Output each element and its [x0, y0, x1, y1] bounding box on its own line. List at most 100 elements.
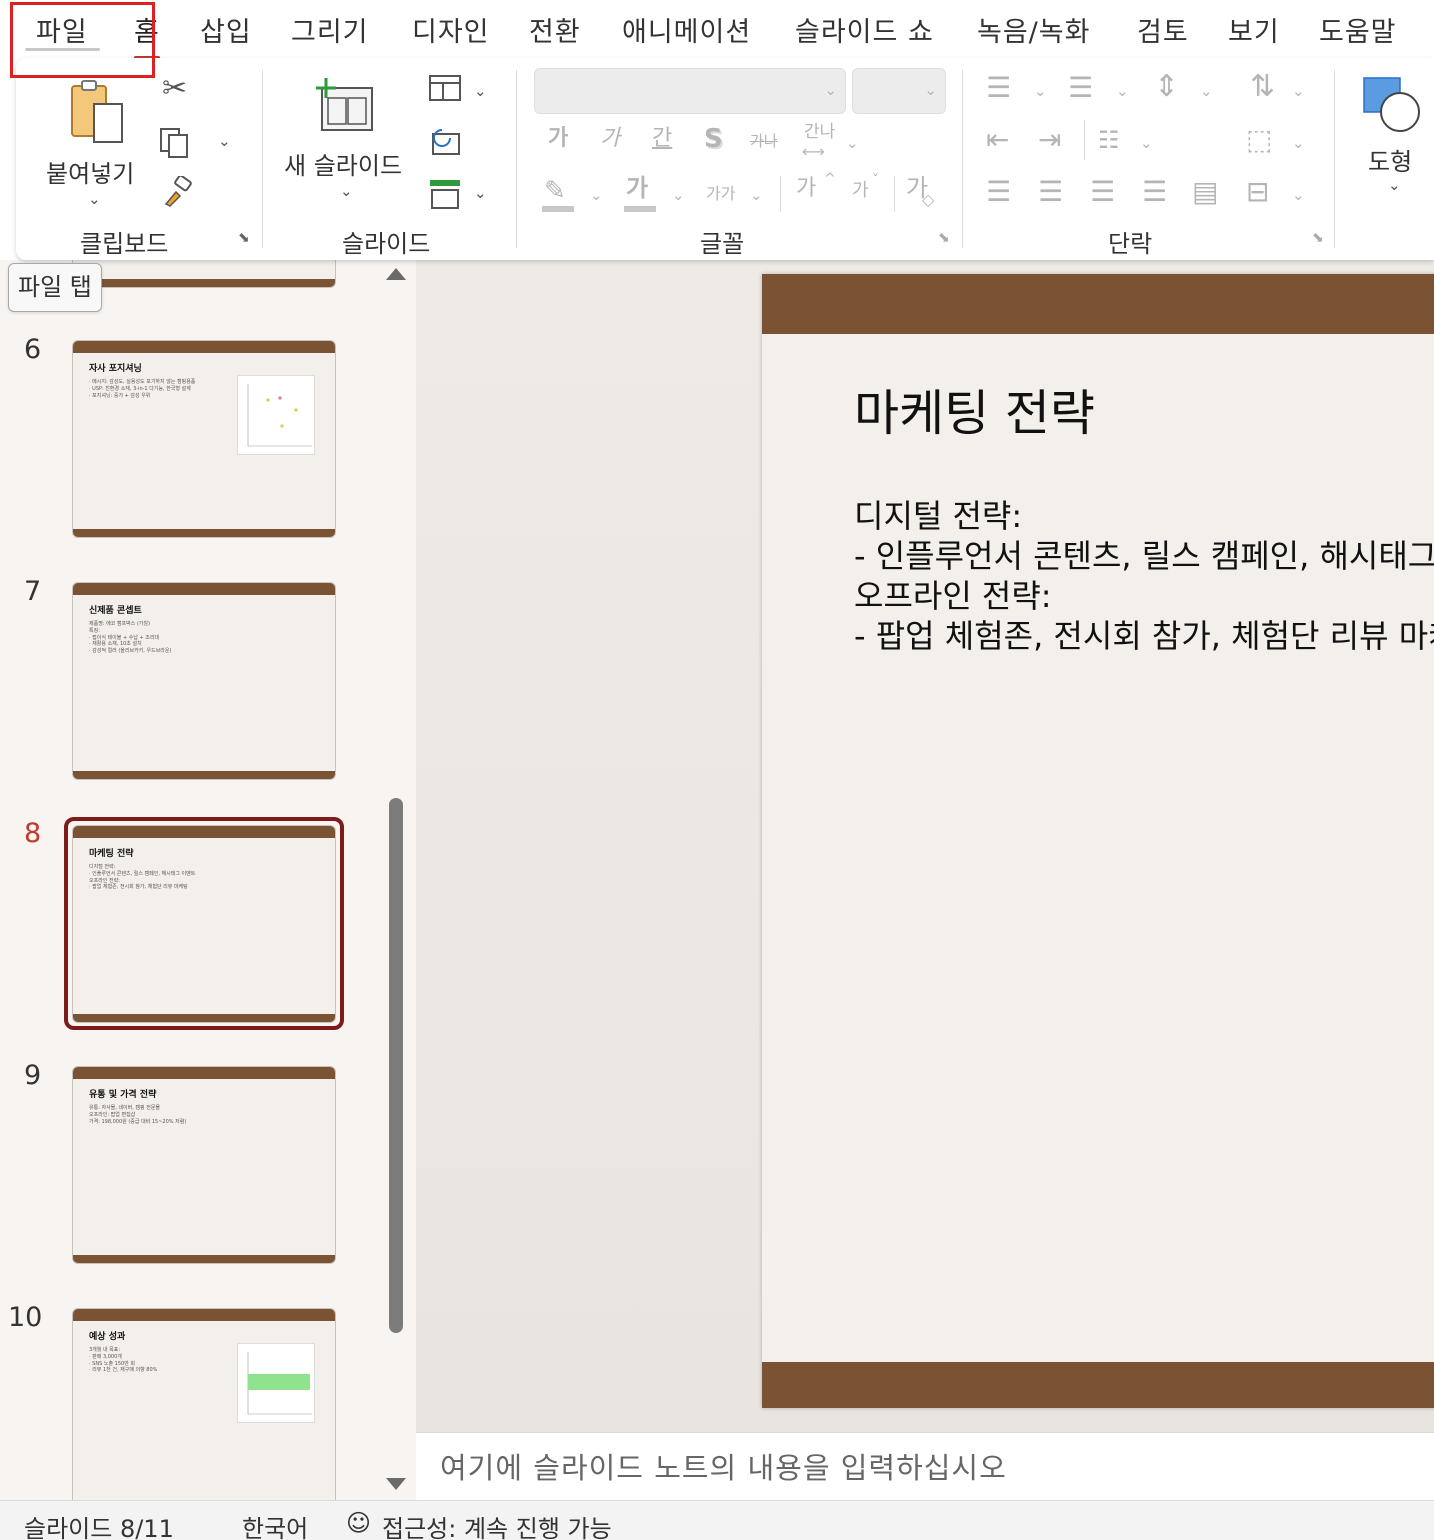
- new-slide-button[interactable]: 새 슬라이드 ⌄: [278, 68, 418, 208]
- ribbon: 붙여넣기 ⌄ ✂ ⌄ 클립보드 ⬊ 새 슬라이드 ⌄ ⌄ ⌄ 슬라이드 ⌄ ⌄ …: [16, 58, 1434, 260]
- shapes-button[interactable]: 도형 ⌄: [1356, 72, 1434, 202]
- paste-dropdown-icon[interactable]: ⌄: [88, 192, 101, 207]
- paste-button[interactable]: 붙여넣기 ⌄: [38, 68, 148, 208]
- thumbnail-scrollbar[interactable]: [380, 260, 414, 1500]
- change-case-icon[interactable]: 가가: [706, 186, 735, 202]
- line-spacing-dropdown-icon[interactable]: ⌄: [1200, 84, 1213, 99]
- font-size-dropdown[interactable]: ⌄: [852, 68, 946, 114]
- current-slide[interactable]: 마케팅 전략 디지털 전략: - 인플루언서 콘텐츠, 릴스 캠페인, 해시태그…: [762, 274, 1434, 1408]
- tab-review[interactable]: 검토: [1137, 10, 1189, 49]
- highlight-dropdown-icon[interactable]: ⌄: [590, 188, 603, 203]
- slide-title[interactable]: 마케팅 전략: [854, 374, 1095, 445]
- thumb-title: 유통 및 가격 전략: [89, 1090, 157, 1100]
- highlight-color-bar: [542, 206, 574, 212]
- smartart-convert-icon[interactable]: ⊟: [1246, 178, 1269, 206]
- slide-thumbnail-7[interactable]: 신제품 콘셉트 제품명: 에코 캠프박스 (가칭) 특징: · 접이식 테이블 …: [72, 582, 336, 780]
- tab-design[interactable]: 디자인: [412, 10, 490, 49]
- columns-dropdown-icon[interactable]: ⌄: [1140, 136, 1153, 151]
- language-indicator[interactable]: 한국어: [242, 1509, 308, 1540]
- slide-number: 6: [24, 334, 42, 365]
- grow-font-icon[interactable]: 가: [796, 178, 816, 200]
- notes-pane[interactable]: 여기에 슬라이드 노트의 내용을 입력하십시오: [416, 1432, 1434, 1500]
- tab-record[interactable]: 녹음/녹화: [977, 10, 1090, 49]
- font-color-bar: [624, 206, 656, 212]
- justify-icon[interactable]: ☰: [1142, 178, 1167, 206]
- shapes-label: 도형: [1368, 148, 1413, 176]
- slide-counter[interactable]: 슬라이드 8/11: [24, 1509, 174, 1540]
- numbering-dropdown-icon[interactable]: ⌄: [1116, 84, 1129, 99]
- align-text-dropdown-icon[interactable]: ⌄: [1292, 136, 1305, 151]
- text-direction-icon[interactable]: ⇅: [1250, 72, 1275, 102]
- new-slide-dropdown-icon[interactable]: ⌄: [340, 184, 353, 199]
- slide-body-text[interactable]: 디지털 전략: - 인플루언서 콘텐츠, 릴스 캠페인, 해시태그 이벤트 오프…: [854, 496, 1434, 656]
- slide-thumbnail-10[interactable]: 예상 성과 3개월 내 목표: · 판매 3,000개 · SNS 노출 150…: [72, 1308, 336, 1500]
- slide-thumbnail-panel: 6 자사 포지셔닝 · 메시지: 감성도, 실용성도 포기하지 않는 캠핑용품 …: [0, 260, 416, 1500]
- tab-draw[interactable]: 그리기: [291, 10, 369, 49]
- scroll-down-arrow-icon[interactable]: [386, 1478, 406, 1490]
- line-spacing-icon[interactable]: ⇕: [1154, 72, 1179, 102]
- smartart-dropdown-icon[interactable]: ⌄: [1292, 188, 1305, 203]
- spacing-dropdown-icon[interactable]: ⌄: [846, 136, 859, 151]
- tab-file[interactable]: 파일: [36, 10, 88, 49]
- accessibility-status[interactable]: 접근성: 계속 진행 가능: [382, 1509, 612, 1540]
- text-shadow-icon[interactable]: S: [704, 126, 723, 152]
- character-spacing-icon[interactable]: 간나: [804, 124, 835, 141]
- font-color-dropdown-icon[interactable]: ⌄: [672, 188, 685, 203]
- paragraph-launcher-icon[interactable]: ⬊: [1312, 230, 1328, 246]
- tab-slideshow[interactable]: 슬라이드 쇼: [795, 10, 934, 49]
- italic-icon[interactable]: 가: [600, 128, 620, 150]
- tab-home[interactable]: 홈: [134, 10, 160, 59]
- bullets-icon[interactable]: ☰: [986, 74, 1011, 102]
- section-icon[interactable]: [428, 178, 462, 212]
- slide-thumbnail-5[interactable]: [72, 260, 336, 288]
- accessibility-icon[interactable]: ☺: [346, 1509, 371, 1537]
- decrease-indent-icon[interactable]: ⇤: [986, 126, 1009, 154]
- layout-dropdown-icon[interactable]: ⌄: [474, 84, 487, 99]
- align-right-icon[interactable]: ☰: [1090, 178, 1115, 206]
- increase-indent-icon[interactable]: ⇥: [1038, 126, 1061, 154]
- slide-top-bar: [762, 274, 1434, 334]
- clipboard-launcher-icon[interactable]: ⬊: [238, 230, 254, 246]
- slide-thumbnail-9[interactable]: 유통 및 가격 전략 유통: 자사몰, 네이버, 캠핑 전문몰 오프라인: 팝업…: [72, 1066, 336, 1264]
- shapes-dropdown-icon[interactable]: ⌄: [1388, 178, 1401, 193]
- font-launcher-icon[interactable]: ⬊: [938, 230, 954, 246]
- scroll-up-arrow-icon[interactable]: [386, 268, 406, 280]
- slide-number: 9: [24, 1060, 42, 1091]
- tab-transitions[interactable]: 전환: [529, 10, 581, 49]
- distributed-icon[interactable]: ▤: [1192, 178, 1218, 206]
- scrollbar-thumb[interactable]: [389, 798, 403, 1333]
- change-case-dropdown-icon[interactable]: ⌄: [750, 188, 763, 203]
- align-left-icon[interactable]: ☰: [986, 178, 1011, 206]
- bold-icon[interactable]: 가: [548, 128, 568, 150]
- copy-icon[interactable]: [158, 126, 192, 160]
- notes-placeholder: 여기에 슬라이드 노트의 내용을 입력하십시오: [440, 1451, 1007, 1485]
- copy-dropdown-icon[interactable]: ⌄: [218, 134, 231, 149]
- paste-label: 붙여넣기: [46, 160, 135, 188]
- columns-icon[interactable]: ☷: [1098, 128, 1120, 152]
- tab-help[interactable]: 도움말: [1319, 10, 1397, 49]
- text-direction-dropdown-icon[interactable]: ⌄: [1292, 84, 1305, 99]
- format-painter-icon[interactable]: [162, 176, 194, 208]
- tab-animations[interactable]: 애니메이션: [622, 10, 751, 49]
- ribbon-separator: [1334, 70, 1335, 248]
- reset-slide-icon[interactable]: [428, 126, 462, 156]
- font-name-dropdown[interactable]: ⌄: [534, 68, 846, 114]
- tab-view[interactable]: 보기: [1228, 10, 1280, 49]
- highlight-pen-icon[interactable]: ✎: [544, 178, 566, 204]
- underline-icon[interactable]: 간: [652, 128, 672, 150]
- section-dropdown-icon[interactable]: ⌄: [474, 186, 487, 201]
- font-color-icon[interactable]: 가: [626, 176, 648, 200]
- cut-icon[interactable]: ✂: [162, 74, 187, 104]
- strikethrough-icon[interactable]: 가나: [750, 134, 778, 149]
- numbering-icon[interactable]: ☰: [1068, 74, 1093, 102]
- align-text-icon[interactable]: ⬚: [1246, 126, 1272, 154]
- slide-thumbnail-6[interactable]: 자사 포지셔닝 · 메시지: 감성도, 실용성도 포기하지 않는 캠핑용품 · …: [72, 340, 336, 538]
- bullets-dropdown-icon[interactable]: ⌄: [1034, 84, 1047, 99]
- tab-insert[interactable]: 삽입: [200, 10, 252, 49]
- shrink-font-icon[interactable]: 가: [852, 182, 869, 200]
- ribbon-separator: [894, 176, 895, 212]
- slide-thumbnail-8[interactable]: 마케팅 전략 디지털 전략: · 인플루언서 콘텐츠, 릴스 캠페인, 해시태그…: [72, 825, 336, 1023]
- thumb-title: 신제품 콘셉트: [89, 606, 142, 616]
- layout-icon[interactable]: [428, 74, 462, 104]
- align-center-icon[interactable]: ☰: [1038, 178, 1063, 206]
